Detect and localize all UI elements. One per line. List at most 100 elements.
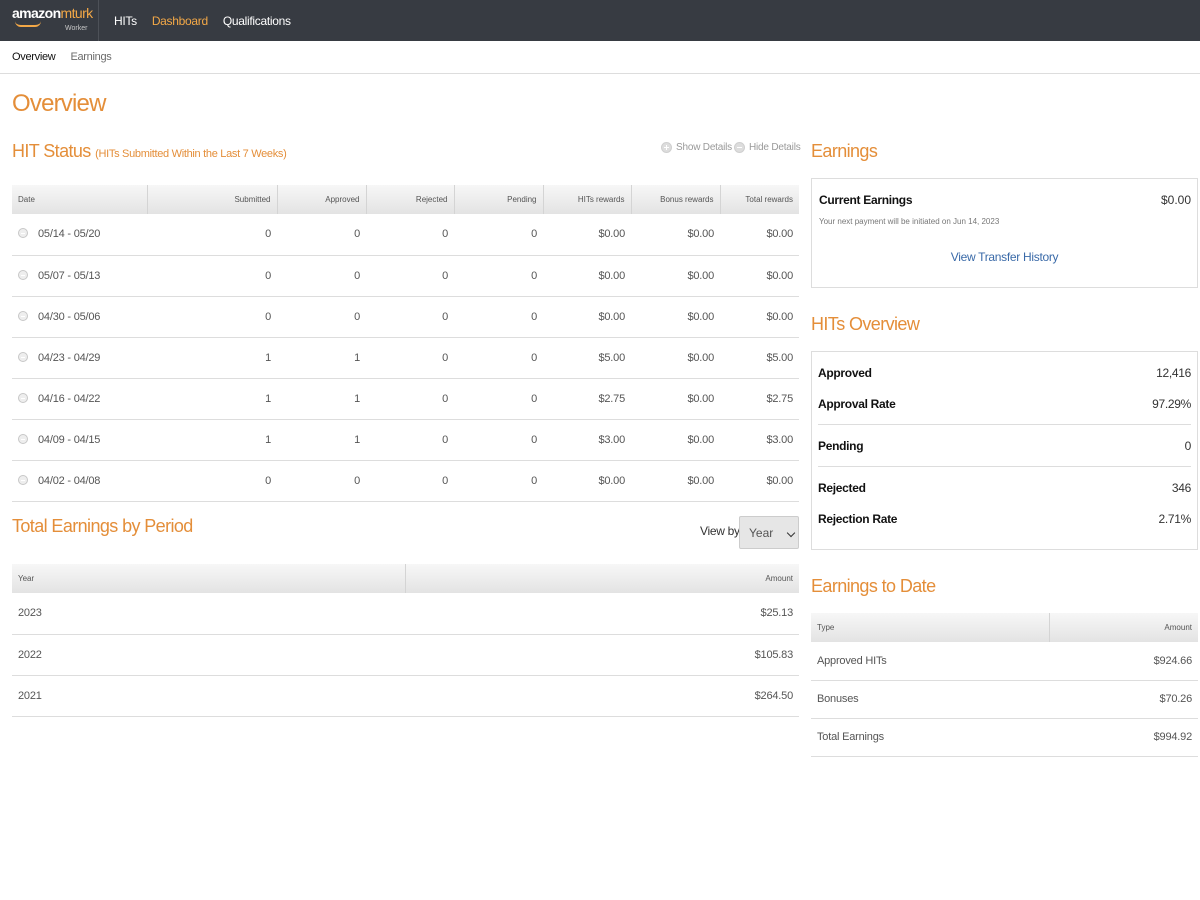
logo-product: mturk xyxy=(60,5,94,21)
etd-row: Bonuses $70.26 xyxy=(811,680,1198,719)
plus-circle-icon xyxy=(661,142,672,153)
logo-brand: amazon xyxy=(12,5,61,21)
view-by-select[interactable]: Year xyxy=(739,516,799,549)
hit-status-subtitle: (HITs Submitted Within the Last 7 Weeks) xyxy=(95,148,287,160)
cell-bonus-rewards: $0.00 xyxy=(631,337,720,379)
expand-row-icon[interactable] xyxy=(18,351,28,362)
col-total-rewards[interactable]: Total rewards xyxy=(720,185,799,214)
date-range-label: 04/16 - 04/22 xyxy=(38,392,101,405)
hits-overview-title: HITs Overview xyxy=(811,314,920,334)
cell-bonus-rewards: $0.00 xyxy=(631,255,720,297)
col-hits-rewards[interactable]: HITs rewards xyxy=(543,185,632,214)
hit-status-row: 04/02 - 04/08 0 0 0 0 $0.00 $0.00 $0.00 xyxy=(12,460,799,502)
col-etd-amount[interactable]: Amount xyxy=(1049,613,1198,642)
earnings-to-date-title: Earnings to Date xyxy=(811,576,936,596)
col-type[interactable]: Type xyxy=(811,613,1050,642)
col-submitted[interactable]: Submitted xyxy=(147,185,278,214)
cell-bonus-rewards: $0.00 xyxy=(631,460,720,502)
rejection-rate-row: Rejection Rate 2.71% xyxy=(818,512,1191,526)
cell-total-rewards: $5.00 xyxy=(720,337,799,379)
cell-amount: $264.50 xyxy=(405,675,799,717)
cell-bonus-rewards: $0.00 xyxy=(631,419,720,461)
expand-row-icon[interactable] xyxy=(18,310,28,321)
col-amount[interactable]: Amount xyxy=(405,564,799,593)
col-bonus-rewards[interactable]: Bonus rewards xyxy=(631,185,721,214)
cell-approved: 1 xyxy=(277,419,366,461)
rejected-value: 346 xyxy=(1171,481,1191,495)
hit-status-row: 04/09 - 04/15 1 1 0 0 $3.00 $0.00 $3.00 xyxy=(12,419,799,461)
cell-rejected: 0 xyxy=(366,296,454,338)
earnings-title: Earnings xyxy=(811,141,878,161)
pending-value: 0 xyxy=(1184,439,1192,453)
date-range-label: 05/14 - 05/20 xyxy=(38,228,101,241)
cell-pending: 0 xyxy=(454,419,543,461)
view-transfer-history-link[interactable]: View Transfer History xyxy=(812,250,1197,264)
divider xyxy=(818,424,1191,425)
expand-row-icon[interactable] xyxy=(18,433,28,444)
cell-rejected: 0 xyxy=(366,337,454,379)
cell-rejected: 0 xyxy=(366,378,454,420)
nav-qualifications[interactable]: Qualifications xyxy=(223,14,291,28)
cell-date: 04/30 - 05/06 xyxy=(12,296,147,338)
date-range-label: 04/30 - 05/06 xyxy=(38,310,101,323)
divider xyxy=(818,466,1191,467)
cell-approved: 0 xyxy=(277,214,366,256)
rejection-rate-label: Rejection Rate xyxy=(818,512,898,526)
cell-rejected: 0 xyxy=(366,419,454,461)
col-rejected[interactable]: Rejected xyxy=(366,185,455,214)
cell-total-rewards: $0.00 xyxy=(720,255,799,297)
subnav-overview[interactable]: Overview xyxy=(12,51,56,63)
cell-date: 04/09 - 04/15 xyxy=(12,419,147,461)
cell-submitted: 0 xyxy=(147,214,277,256)
cell-pending: 0 xyxy=(454,255,543,297)
col-year[interactable]: Year xyxy=(12,564,406,593)
approved-row: Approved 12,416 xyxy=(818,366,1191,380)
hide-details-button[interactable]: Hide Details xyxy=(734,142,801,153)
cell-total-rewards: $0.00 xyxy=(720,214,799,256)
cell-date: 04/16 - 04/22 xyxy=(12,378,147,420)
cell-submitted: 1 xyxy=(147,378,277,420)
mturk-logo[interactable]: amazonmturk Worker xyxy=(0,0,99,41)
cell-year: 2022 xyxy=(12,634,405,676)
cell-submitted: 0 xyxy=(147,296,277,338)
hit-status-row: 05/14 - 05/20 0 0 0 0 $0.00 $0.00 $0.00 xyxy=(12,214,799,256)
cell-total-rewards: $0.00 xyxy=(720,460,799,502)
subnav-earnings[interactable]: Earnings xyxy=(70,51,111,63)
cell-approved: 0 xyxy=(277,296,366,338)
cell-submitted: 0 xyxy=(147,460,277,502)
hit-status-row: 04/30 - 05/06 0 0 0 0 $0.00 $0.00 $0.00 xyxy=(12,296,799,338)
cell-submitted: 1 xyxy=(147,337,277,379)
nav-dashboard[interactable]: Dashboard xyxy=(152,14,208,28)
cell-amount: $994.92 xyxy=(1049,718,1198,757)
col-approved[interactable]: Approved xyxy=(277,185,367,214)
col-date[interactable]: Date xyxy=(12,185,148,214)
cell-submitted: 1 xyxy=(147,419,277,461)
date-range-label: 04/23 - 04/29 xyxy=(38,351,101,364)
cell-hits-rewards: $2.75 xyxy=(543,378,631,420)
cell-pending: 0 xyxy=(454,214,543,256)
date-range-label: 05/07 - 05/13 xyxy=(38,269,101,282)
approval-rate-value: 97.29% xyxy=(1152,397,1191,411)
expand-row-icon[interactable] xyxy=(18,269,28,280)
hit-status-row: 05/07 - 05/13 0 0 0 0 $0.00 $0.00 $0.00 xyxy=(12,255,799,297)
date-range-label: 04/09 - 04/15 xyxy=(38,433,101,446)
current-earnings-value: $0.00 xyxy=(1160,193,1191,207)
cell-date: 05/14 - 05/20 xyxy=(12,214,147,256)
cell-amount: $924.66 xyxy=(1049,642,1198,681)
expand-row-icon[interactable] xyxy=(18,392,28,403)
expand-row-icon[interactable] xyxy=(18,228,28,239)
cell-year: 2023 xyxy=(12,593,405,635)
expand-row-icon[interactable] xyxy=(18,474,28,485)
cell-date: 04/23 - 04/29 xyxy=(12,337,147,379)
pending-label: Pending xyxy=(818,439,864,453)
nav-hits[interactable]: HITs xyxy=(114,14,137,28)
earnings-by-period-table: Year Amount 2023 $25.13 2022 $105.83 2021 $26… xyxy=(12,564,799,717)
col-pending[interactable]: Pending xyxy=(454,185,544,214)
rejected-row: Rejected 346 xyxy=(818,481,1191,495)
show-details-label: Show Details xyxy=(676,142,732,153)
cell-hits-rewards: $5.00 xyxy=(543,337,631,379)
etd-header: Type Amount xyxy=(811,613,1198,642)
cell-hits-rewards: $0.00 xyxy=(543,296,631,338)
current-earnings-panel: Current Earnings $0.00 Your next payment… xyxy=(811,178,1198,288)
show-details-button[interactable]: Show Details xyxy=(661,142,732,153)
